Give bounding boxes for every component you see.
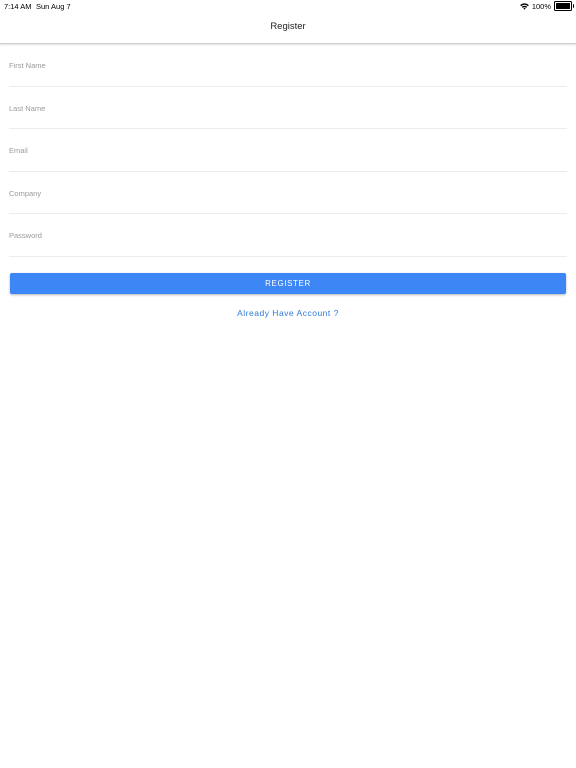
battery-percent: 100% (531, 1, 551, 11)
first-name-input[interactable] (9, 61, 567, 70)
battery-fill (556, 3, 570, 9)
register-form (0, 44, 576, 257)
register-button[interactable]: REGISTER (10, 273, 566, 294)
battery-icon (554, 1, 574, 11)
company-input[interactable] (9, 188, 567, 198)
first-name-field-row (9, 44, 567, 87)
status-bar: 7:14 AM Sun Aug 7 100% (0, 0, 576, 12)
wifi-icon (520, 2, 529, 10)
page-title: Register (270, 21, 306, 32)
status-time: 7:14 AM (4, 2, 32, 11)
last-name-field-row (9, 87, 567, 129)
navigation-bar: Register (0, 12, 576, 44)
email-field-row (9, 129, 567, 172)
company-field-row (9, 172, 567, 214)
status-indicators: 100% (520, 1, 574, 11)
password-input[interactable] (9, 231, 567, 240)
already-have-account-link[interactable]: Already Have Account ? (0, 308, 576, 318)
last-name-input[interactable] (9, 103, 567, 113)
password-field-row (9, 214, 567, 257)
status-date: Sun Aug 7 (36, 2, 71, 11)
email-input[interactable] (9, 146, 567, 155)
